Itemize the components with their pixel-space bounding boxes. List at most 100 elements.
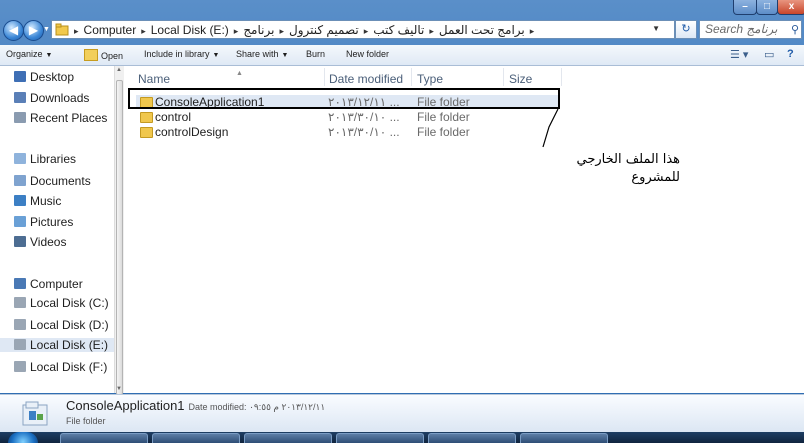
column-header-date[interactable]: Date modified xyxy=(329,72,403,86)
taskbar-button[interactable] xyxy=(520,433,608,443)
scroll-down-arrow[interactable]: ▼ xyxy=(116,386,122,392)
pictures-icon xyxy=(14,216,26,227)
preview-pane-button[interactable]: ▭ xyxy=(764,48,774,61)
breadcrumb-item[interactable]: Local Disk (E:) xyxy=(151,23,229,37)
breadcrumb: ▸ Computer ▸ Local Disk (E:) ▸ برامج تحت العم… xyxy=(74,23,539,38)
taskbar-button[interactable] xyxy=(428,433,516,443)
breadcrumb-item[interactable]: تصميم كنترول xyxy=(289,23,359,37)
annotation-line-2: للمشروع xyxy=(631,170,680,185)
nav-item-label: Libraries xyxy=(30,152,77,166)
taskbar-button[interactable] xyxy=(152,433,240,443)
nav-item-desktop[interactable]: Desktop xyxy=(14,70,74,84)
address-history-dropdown[interactable]: ▼ xyxy=(652,24,660,33)
maximize-button[interactable]: □ xyxy=(756,0,778,15)
recent-pages-dropdown[interactable]: ▼ xyxy=(43,26,50,33)
column-divider[interactable] xyxy=(411,68,412,86)
back-button[interactable]: ◀ xyxy=(3,20,24,41)
nav-item-computer[interactable]: Computer xyxy=(14,277,83,291)
nav-item-music[interactable]: Music xyxy=(14,194,61,208)
file-list: Name ▲ Date modified Type Size ConsoleApp… xyxy=(124,66,804,393)
breadcrumb-separator-icon[interactable]: ▸ xyxy=(279,26,284,36)
nav-item-downloads[interactable]: Downloads xyxy=(14,91,89,105)
libraries-icon xyxy=(14,153,26,164)
nav-item-drive[interactable]: Local Disk (C:) xyxy=(14,296,109,310)
nav-item-label: Local Disk (E:) xyxy=(30,338,109,352)
nav-item-documents[interactable]: Documents xyxy=(14,174,91,188)
navigation-scrollbar[interactable]: ▲ ▼ xyxy=(114,66,124,395)
column-divider[interactable] xyxy=(561,68,562,86)
column-header-size[interactable]: Size xyxy=(509,72,532,86)
folder-icon xyxy=(55,23,69,36)
close-button[interactable]: x xyxy=(777,0,804,15)
nav-item-drive[interactable]: Local Disk (D:) xyxy=(14,318,109,332)
share-label: Share with xyxy=(236,49,279,59)
nav-item-drive[interactable]: Local Disk (E:) xyxy=(0,338,114,352)
scrollbar-thumb[interactable] xyxy=(116,80,123,395)
forward-button[interactable]: ▶ xyxy=(23,20,44,41)
documents-icon xyxy=(14,175,26,186)
breadcrumb-item[interactable]: برنامج xyxy=(243,23,274,37)
breadcrumb-item[interactable]: برامج تحت العمل xyxy=(439,23,525,37)
new-folder-label: New folder xyxy=(346,49,390,59)
nav-item-label: Downloads xyxy=(30,91,90,105)
help-icon[interactable]: ? xyxy=(787,48,794,60)
taskbar-button[interactable] xyxy=(244,433,332,443)
new-folder-button[interactable]: New folder xyxy=(346,49,389,59)
change-view-button[interactable]: ☰ ▾ xyxy=(730,48,748,61)
file-type: File folder xyxy=(417,125,470,139)
details-date: Date modified: ٢٠١٣/١٢/١١ م ٠٩:٥٥ xyxy=(188,402,326,412)
breadcrumb-separator-icon[interactable]: ▸ xyxy=(141,26,146,36)
file-type: File folder xyxy=(417,110,470,124)
taskbar xyxy=(0,432,804,443)
nav-item-label: Local Disk (F:) xyxy=(30,360,108,374)
nav-item-drive[interactable]: Local Disk (F:) xyxy=(14,360,107,374)
burn-button[interactable]: Burn xyxy=(306,49,325,59)
organize-button[interactable]: Organize ▼ xyxy=(6,49,52,59)
nav-item-recent-places[interactable]: Recent Places xyxy=(14,111,107,125)
taskbar-button[interactable] xyxy=(60,433,148,443)
nav-item-libraries[interactable]: Libraries xyxy=(14,152,76,166)
breadcrumb-separator-icon[interactable]: ▸ xyxy=(530,26,535,36)
annotation-text: هذا الملف الخارجي للمشروع xyxy=(540,151,680,187)
start-button[interactable] xyxy=(8,432,38,443)
file-date: ٢٠١٣/٣٠/١٠ ... xyxy=(328,125,400,139)
chevron-down-icon: ▼ xyxy=(45,52,53,59)
minimize-button[interactable]: – xyxy=(733,0,757,15)
table-row[interactable]: control ٢٠١٣/٣٠/١٠ ... File folder xyxy=(136,110,559,124)
desktop-icon xyxy=(14,71,26,82)
column-header-name[interactable]: Name ▲ xyxy=(138,70,243,86)
taskbar-button[interactable] xyxy=(336,433,424,443)
address-bar[interactable]: ▸ Computer ▸ Local Disk (E:) ▸ برامج تحت العم… xyxy=(51,20,675,39)
file-date: ٢٠١٣/٣٠/١٠ ... xyxy=(328,110,400,124)
nav-item-pictures[interactable]: Pictures xyxy=(14,215,73,229)
share-with-button[interactable]: Share with ▼ xyxy=(236,49,288,59)
recent-places-icon xyxy=(14,112,26,123)
open-icon xyxy=(84,49,98,61)
include-in-library-button[interactable]: Include in library ▼ xyxy=(144,49,219,59)
chevron-down-icon: ▼ xyxy=(212,52,220,59)
breadcrumb-item[interactable]: Computer xyxy=(84,23,137,37)
search-input[interactable]: Search برنامج ⚲ xyxy=(699,20,802,39)
breadcrumb-separator-icon[interactable]: ▸ xyxy=(74,26,79,36)
drive-icon xyxy=(14,339,26,350)
column-divider[interactable] xyxy=(503,68,504,86)
nav-item-label: Local Disk (D:) xyxy=(30,318,109,332)
column-divider[interactable] xyxy=(324,68,325,86)
search-placeholder: Search برنامج xyxy=(705,22,778,36)
title-bar: – □ x xyxy=(0,0,804,15)
computer-icon xyxy=(14,278,26,289)
column-header-type[interactable]: Type xyxy=(417,72,443,86)
nav-item-label: Recent Places xyxy=(30,111,108,125)
refresh-button[interactable]: ↻ xyxy=(675,20,697,39)
videos-icon xyxy=(14,236,26,247)
open-button[interactable]: Open xyxy=(84,49,123,61)
breadcrumb-separator-icon[interactable]: ▸ xyxy=(429,26,434,36)
details-type: File folder xyxy=(66,416,106,426)
breadcrumb-item[interactable]: تاليف كتب xyxy=(373,23,424,37)
scroll-up-arrow[interactable]: ▲ xyxy=(116,67,122,73)
breadcrumb-separator-icon[interactable]: ▸ xyxy=(234,26,239,36)
annotation-highlight-box xyxy=(128,88,560,109)
nav-item-videos[interactable]: Videos xyxy=(14,235,66,249)
table-row[interactable]: controlDesign ٢٠١٣/٣٠/١٠ ... File folder xyxy=(136,125,559,139)
breadcrumb-separator-icon[interactable]: ▸ xyxy=(364,26,369,36)
